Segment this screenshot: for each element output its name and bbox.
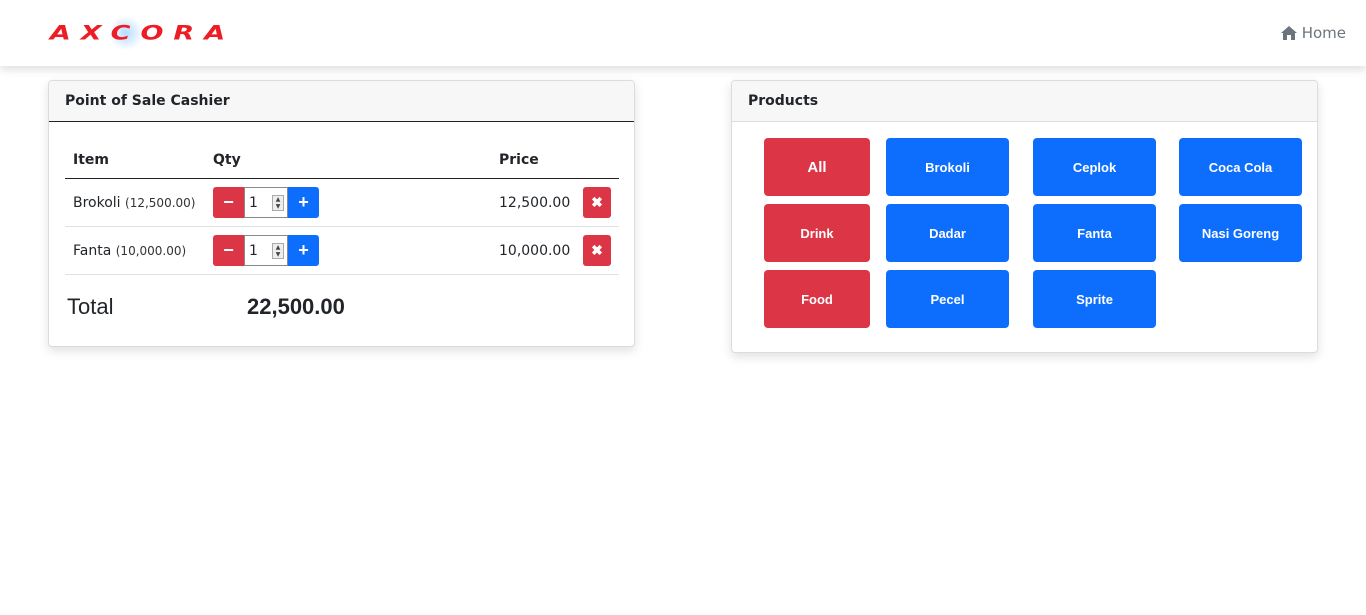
- col-item: Item: [73, 151, 109, 168]
- product-ceplok-button[interactable]: Ceplok: [1033, 138, 1156, 196]
- nav-home-link[interactable]: Home: [1280, 24, 1346, 42]
- spin-arrows-icon[interactable]: ▲ ▼: [272, 243, 284, 259]
- qty-value: 1: [249, 194, 258, 211]
- remove-item-button[interactable]: ✖: [583, 187, 611, 218]
- item-name: Fanta: [73, 242, 112, 259]
- spin-arrows-icon[interactable]: ▲ ▼: [272, 195, 284, 211]
- product-nasi-goreng-button[interactable]: Nasi Goreng: [1179, 204, 1302, 262]
- logo[interactable]: AXCORA: [20, 14, 265, 52]
- item-unit-price: (12,500.00): [125, 195, 196, 210]
- cart-row: Brokoli (12,500.00) − 1 ▲ ▼ + 12,500.00 ✖: [65, 179, 619, 227]
- item-price: 10,000.00: [499, 242, 571, 259]
- quantity-stepper: − 1 ▲ ▼ +: [213, 235, 491, 266]
- item-name: Brokoli: [73, 194, 121, 211]
- col-price: Price: [499, 151, 539, 168]
- product-fanta-button[interactable]: Fanta: [1033, 204, 1156, 262]
- cart-row: Fanta (10,000.00) − 1 ▲ ▼ + 10,000.00 ✖: [65, 227, 619, 275]
- category-drink-button[interactable]: Drink: [764, 204, 870, 262]
- nav-home-label: Home: [1301, 24, 1346, 42]
- category-all-button[interactable]: All: [764, 138, 870, 196]
- increase-qty-button[interactable]: +: [288, 187, 319, 218]
- logo-text: AXCORA: [49, 21, 236, 45]
- decrease-qty-button[interactable]: −: [213, 235, 244, 266]
- remove-item-button[interactable]: ✖: [583, 235, 611, 266]
- col-qty: Qty: [213, 151, 241, 168]
- item-price: 12,500.00: [499, 194, 571, 211]
- products-title: Products: [732, 81, 1317, 122]
- cart-table: Item Qty Price Brokoli (12,500.00) − 1 ▲ ▼…: [65, 141, 619, 275]
- quantity-stepper: − 1 ▲ ▼ +: [213, 187, 491, 218]
- qty-value: 1: [249, 242, 258, 259]
- total-value: 22,500.00: [247, 294, 345, 319]
- home-icon: [1280, 26, 1297, 40]
- item-unit-price: (10,000.00): [115, 243, 187, 258]
- qty-input[interactable]: 1 ▲ ▼: [244, 187, 288, 218]
- products-card: Products All Drink Food Brokoli Ceplok C…: [731, 80, 1318, 353]
- cashier-card: Point of Sale Cashier Item Qty Price Bro…: [48, 80, 635, 347]
- product-coca-cola-button[interactable]: Coca Cola: [1179, 138, 1302, 196]
- product-dadar-button[interactable]: Dadar: [886, 204, 1009, 262]
- cashier-title: Point of Sale Cashier: [49, 81, 634, 122]
- product-brokoli-button[interactable]: Brokoli: [886, 138, 1009, 196]
- total-label: Total: [67, 294, 114, 319]
- navbar: AXCORA Home: [0, 0, 1366, 66]
- total-row: Total 22,500.00: [67, 292, 345, 322]
- cart-table-header: Item Qty Price: [65, 141, 619, 179]
- increase-qty-button[interactable]: +: [288, 235, 319, 266]
- product-sprite-button[interactable]: Sprite: [1033, 270, 1156, 328]
- product-pecel-button[interactable]: Pecel: [886, 270, 1009, 328]
- qty-input[interactable]: 1 ▲ ▼: [244, 235, 288, 266]
- decrease-qty-button[interactable]: −: [213, 187, 244, 218]
- category-food-button[interactable]: Food: [764, 270, 870, 328]
